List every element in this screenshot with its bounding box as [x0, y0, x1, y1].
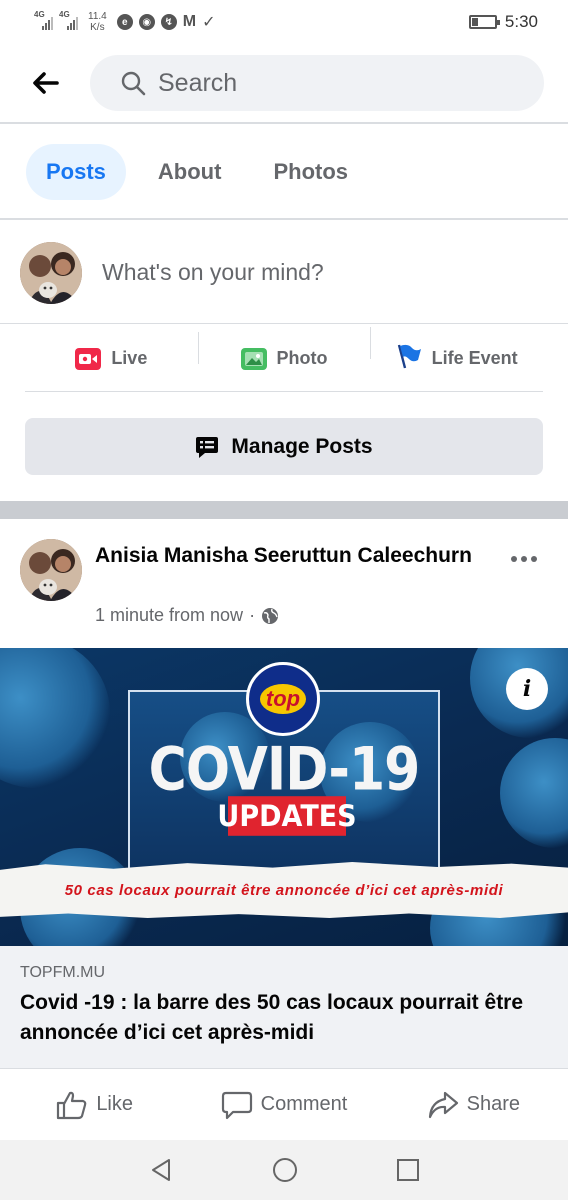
- share-icon: [428, 1091, 458, 1118]
- system-nav-bar: [0, 1140, 568, 1200]
- gmail-icon: M: [182, 13, 197, 30]
- link-preview[interactable]: TOPFM.MU Covid -19 : la barre des 50 cas…: [0, 946, 568, 1068]
- topfm-logo: top: [246, 662, 320, 736]
- live-button[interactable]: Live: [25, 347, 198, 370]
- post-header: Anisia Manisha Seeruttun Caleechurn 1 mi…: [0, 519, 568, 647]
- messenger-icon: ↯: [160, 14, 177, 30]
- flag-icon: [396, 343, 422, 374]
- info-icon[interactable]: i: [506, 668, 548, 710]
- tab-photos[interactable]: Photos: [253, 144, 368, 200]
- post-author-name[interactable]: Anisia Manisha Seeruttun Caleechurn: [95, 541, 475, 571]
- like-label: Like: [96, 1093, 134, 1115]
- tab-about[interactable]: About: [138, 144, 242, 200]
- post-composer[interactable]: What's on your mind?: [0, 222, 568, 324]
- nav-home-icon[interactable]: [271, 1156, 299, 1184]
- comment-label: Comment: [260, 1093, 348, 1115]
- nav-back-icon[interactable]: [148, 1157, 174, 1183]
- life-event-button[interactable]: Life Event: [370, 327, 543, 374]
- live-label: Live: [111, 348, 148, 368]
- link-preview-image[interactable]: top COVID-19 UPDATES 50 cas locaux pourr…: [0, 648, 568, 946]
- photo-label: Photo: [276, 348, 328, 368]
- life-event-label: Life Event: [431, 348, 518, 368]
- signal-type-label: 4G: [34, 10, 45, 19]
- composer-actions: Live Photo Life Event: [25, 326, 543, 392]
- signal-type-label: 4G: [59, 10, 70, 19]
- search-icon: [121, 71, 146, 96]
- logo-text: top: [259, 684, 307, 714]
- section-divider: [0, 501, 568, 519]
- banner-headline: COVID-19: [148, 735, 421, 805]
- globe-icon: [262, 607, 279, 624]
- back-button[interactable]: [0, 71, 90, 95]
- profile-tabs: Posts About Photos: [0, 126, 568, 220]
- search-placeholder: Search: [158, 68, 238, 97]
- post-timestamp[interactable]: 1 minute from now: [95, 605, 243, 626]
- like-icon: [57, 1091, 87, 1119]
- browser-icon: e: [116, 14, 133, 30]
- check-icon: ✓: [202, 14, 216, 31]
- photo-icon: [240, 347, 267, 370]
- nav-recents-icon[interactable]: [396, 1158, 420, 1182]
- battery-icon: [468, 15, 500, 29]
- link-title: Covid -19 : la barre des 50 cas locaux p…: [20, 991, 524, 1044]
- banner-strip-text: 50 cas locaux pourrait être annoncée d’i…: [64, 881, 504, 899]
- composer-placeholder: What's on your mind?: [102, 259, 324, 285]
- tab-posts[interactable]: Posts: [26, 144, 126, 200]
- author-avatar[interactable]: [20, 539, 82, 601]
- avatar[interactable]: [20, 241, 82, 304]
- like-button[interactable]: Like: [0, 1090, 189, 1120]
- link-domain: TOPFM.MU: [20, 964, 106, 981]
- comment-button[interactable]: Comment: [189, 1090, 378, 1120]
- manage-posts-button[interactable]: Manage Posts: [25, 418, 543, 475]
- post-meta: 1 minute from now ·: [95, 605, 279, 626]
- chrome-icon: ◉: [138, 14, 155, 30]
- cell-signal-icon: 4G: [34, 10, 53, 30]
- network-speed-value: 11.4: [88, 11, 107, 22]
- share-button[interactable]: Share: [379, 1090, 568, 1120]
- search-input[interactable]: Search: [90, 55, 544, 111]
- comment-icon: [221, 1091, 252, 1119]
- manage-posts-icon: [196, 436, 219, 458]
- more-options-button[interactable]: [510, 539, 538, 570]
- network-speed: 11.4 K/s: [88, 11, 107, 33]
- network-speed-unit: K/s: [90, 22, 105, 33]
- status-bar: 4G 4G 11.4 K/s e ◉ ↯ M ✓ 5:30: [0, 0, 568, 44]
- live-video-icon: [75, 347, 102, 370]
- banner-strip: 50 cas locaux pourrait être annoncée d’i…: [0, 862, 568, 918]
- cell-signal-icon: 4G: [59, 10, 78, 30]
- photo-button[interactable]: Photo: [197, 331, 371, 370]
- banner-subheadline: UPDATES: [217, 796, 357, 836]
- manage-posts-label: Manage Posts: [231, 434, 373, 458]
- arrow-left-icon: [33, 72, 59, 94]
- search-header: Search: [0, 44, 568, 124]
- clock: 5:30: [504, 12, 538, 31]
- more-icon: [511, 556, 537, 562]
- share-label: Share: [466, 1093, 520, 1115]
- post-actions: Like Comment Share: [0, 1068, 568, 1140]
